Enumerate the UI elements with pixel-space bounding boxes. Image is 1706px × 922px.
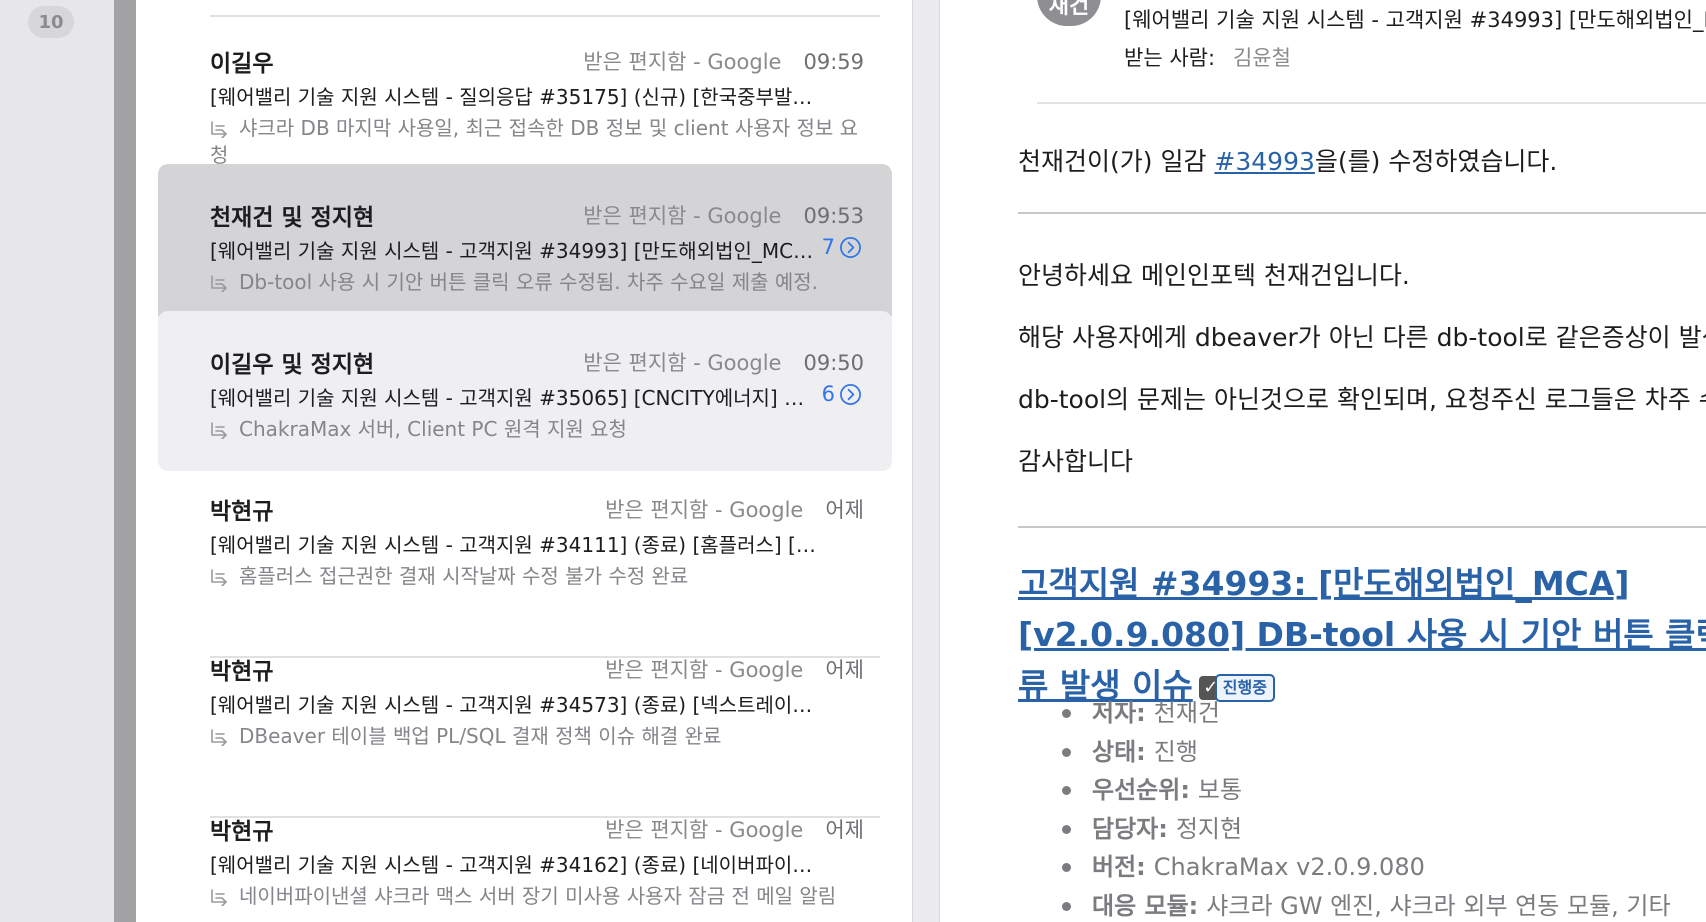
body-line: db-tool의 문제는 아닌것으로 확인되며, 요청주신 로그들은 차주 수요… [1018, 385, 1706, 414]
thread-count-button[interactable]: 6 [822, 382, 862, 406]
message-preview: 네이버파이낸셜 샤크라 맥스 서버 장기 미사용 사용자 잠금 전 메일 알림 [210, 883, 870, 910]
message-sender: 박현규 [210, 659, 274, 685]
message-item[interactable]: 이길우 및 정지현 받은 편지함 - Google 09:50 [웨어밸리 기술 … [158, 311, 892, 471]
message-mailbox: 받은 편지함 - Google [605, 818, 804, 842]
body-divider [1018, 526, 1706, 528]
detail-item: 상태: 진행 [1018, 733, 1671, 772]
email-recipients: 받는 사람: 김윤철 [1124, 42, 1291, 72]
message-item[interactable]: 박현규 받은 편지함 - Google 어제 [웨어밸리 기술 지원 시스템 - … [158, 778, 892, 922]
message-time: 09:53 [803, 204, 864, 228]
replied-icon [211, 121, 228, 138]
message-mailbox: 받은 편지함 - Google [583, 50, 782, 74]
message-preview: DBeaver 테이블 백업 PL/SQL 결재 정책 이슈 해결 완료 [210, 723, 870, 750]
message-preview: Db-tool 사용 시 기안 버튼 클릭 오류 수정됨. 차주 수요일 제출 … [210, 269, 870, 296]
message-sender: 천재건 및 정지현 [210, 205, 375, 231]
thread-count: 7 [821, 235, 835, 259]
message-sender: 이길우 및 정지현 [210, 352, 375, 378]
message-item-selected[interactable]: 천재건 및 정지현 받은 편지함 - Google 09:53 [웨어밸리 기술 … [158, 164, 892, 324]
detail-item: 담당자: 정지현 [1018, 810, 1671, 849]
detail-item: 버전: ChakraMax v2.0.9.080 [1018, 848, 1671, 887]
message-item[interactable]: 이길우 받은 편지함 - Google 09:59 [웨어밸리 기술 지원 시스템… [158, 10, 892, 170]
avatar: 재건 [1037, 0, 1101, 26]
message-meta: 받은 편지함 - Google 어제 [605, 654, 864, 684]
body-thanks: 감사합니다 [1018, 447, 1134, 476]
reading-pane: 재건 [웨어밸리 기술 지원 시스템 - 고객지원 #34993] [만도해외법… [940, 0, 1706, 922]
body-divider [1018, 212, 1706, 214]
message-time: 어제 [825, 498, 864, 522]
replied-icon [211, 729, 228, 746]
message-time: 09:50 [803, 351, 864, 375]
message-mailbox: 받은 편지함 - Google [605, 498, 804, 522]
message-subject: [웨어밸리 기술 지원 시스템 - 질의응답 #35175] (신규) [한국중… [210, 85, 822, 109]
email-subject: [웨어밸리 기술 지원 시스템 - 고객지원 #34993] [만도해외법인_M… [1124, 8, 1706, 32]
detail-item: 저자: 천재건 [1018, 694, 1671, 733]
sidebar: 10 [0, 0, 114, 922]
message-sender: 이길우 [210, 51, 274, 77]
issue-details: 저자: 천재건 상태: 진행 우선순위: 보통 담당자: 정지현 버전: ChakraMa… [1018, 694, 1671, 922]
message-subject: [웨어밸리 기술 지원 시스템 - 고객지원 #34573] (종료) [넥스트… [210, 693, 822, 717]
message-mailbox: 받은 편지함 - Google [583, 204, 782, 228]
sidebar-divider [114, 0, 136, 922]
message-item[interactable]: 박현규 받은 편지함 - Google 어제 [웨어밸리 기술 지원 시스템 - … [158, 458, 892, 618]
message-meta: 받은 편지함 - Google 어제 [605, 494, 864, 524]
message-mailbox: 받은 편지함 - Google [605, 658, 804, 682]
issue-link[interactable]: #34993 [1214, 147, 1314, 176]
to-value[interactable]: 김윤철 [1233, 46, 1291, 70]
replied-icon [211, 422, 228, 439]
message-meta: 받은 편지함 - Google 09:50 [583, 347, 864, 377]
message-time: 09:59 [803, 50, 864, 74]
to-label: 받는 사람: [1124, 46, 1216, 70]
message-time: 어제 [825, 818, 864, 842]
issue-title[interactable]: 고객지원 #34993: [만도해외법인_MCA] [v2.0.9.080] D… [1018, 558, 1706, 711]
issue-title-link[interactable]: 고객지원 #34993: [만도해외법인_MCA] [v2.0.9.080] D… [1018, 564, 1706, 705]
thread-count-button[interactable]: 7 [822, 235, 862, 259]
chevron-right-circle-icon [840, 236, 861, 258]
message-time: 어제 [825, 658, 864, 682]
message-sender: 박현규 [210, 499, 274, 525]
replied-icon [211, 569, 228, 586]
body-greeting: 안녕하세요 메인인포텍 천재건입니다. [1018, 261, 1410, 290]
message-preview: 샤크라 DB 마지막 사용일, 최근 접속한 DB 정보 및 client 사용… [210, 116, 859, 167]
message-subject: [웨어밸리 기술 지원 시스템 - 고객지원 #34162] (종료) [네이버… [210, 853, 822, 877]
message-subject: [웨어밸리 기술 지원 시스템 - 고객지원 #34993] [만도해외법인_M… [210, 239, 822, 263]
message-item[interactable]: 박현규 받은 편지함 - Google 어제 [웨어밸리 기술 지원 시스템 - … [158, 618, 892, 778]
unread-count-badge: 10 [28, 6, 74, 38]
message-list: 이길우 받은 편지함 - Google 09:59 [웨어밸리 기술 지원 시스템… [136, 0, 912, 922]
message-meta: 받은 편지함 - Google 09:59 [583, 46, 864, 76]
header-divider [1037, 102, 1706, 104]
detail-item: 대응 모듈: 샤크라 GW 엔진, 샤크라 외부 연동 모듈, 기타 [1018, 887, 1671, 922]
message-preview: 홈플러스 접근권한 결재 시작날짜 수정 불가 수정 완료 [210, 563, 870, 590]
message-sender: 박현규 [210, 819, 274, 845]
detail-item: 우선순위: 보통 [1018, 771, 1671, 810]
pane-divider[interactable] [912, 0, 940, 922]
update-notice: 천재건이(가) 일감 #34993을(를) 수정하였습니다. [1018, 147, 1558, 176]
message-meta: 받은 편지함 - Google 09:53 [583, 200, 864, 230]
message-preview: ChakraMax 서버, Client PC 원격 지원 요청 [210, 416, 870, 443]
chevron-right-circle-icon [840, 383, 861, 405]
message-meta: 받은 편지함 - Google 어제 [605, 814, 864, 844]
body-line: 해당 사용자에게 dbeaver가 아닌 다른 db-tool로 같은증상이 발… [1018, 323, 1706, 352]
replied-icon [211, 275, 228, 292]
message-mailbox: 받은 편지함 - Google [583, 351, 782, 375]
thread-count: 6 [821, 382, 835, 406]
replied-icon [211, 889, 228, 906]
message-subject: [웨어밸리 기술 지원 시스템 - 고객지원 #34111] (종료) [홈플러… [210, 533, 822, 557]
message-subject: [웨어밸리 기술 지원 시스템 - 고객지원 #35065] [CNCITY에너… [210, 386, 822, 410]
